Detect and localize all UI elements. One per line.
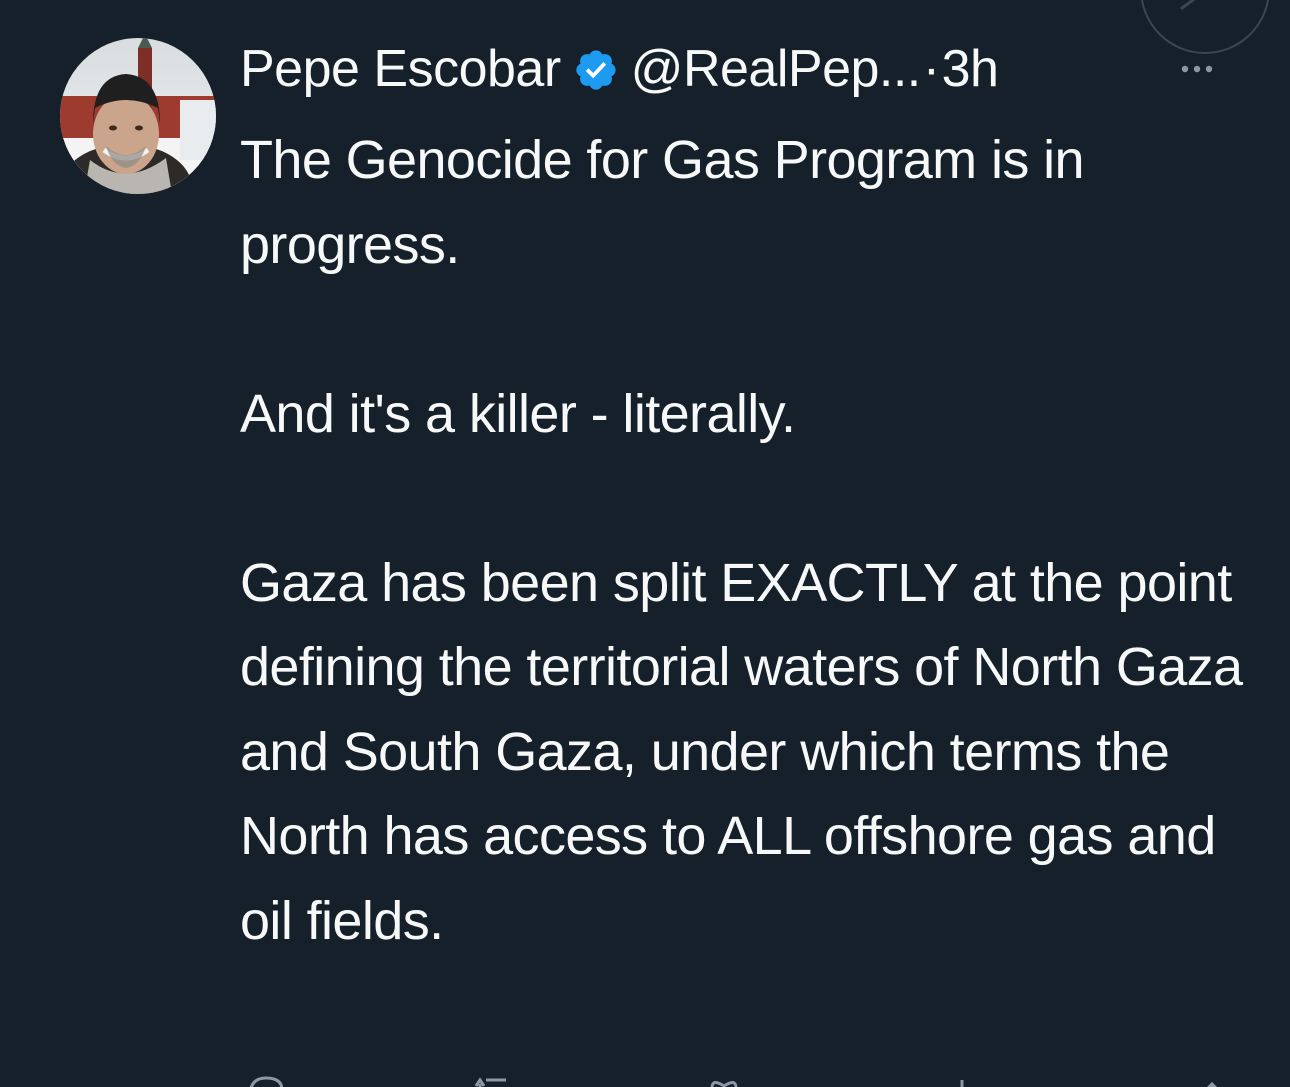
share-icon[interactable] — [1190, 1070, 1234, 1087]
more-options-icon — [1181, 65, 1213, 73]
avatar-photo — [60, 38, 216, 194]
verified-badge-icon — [573, 46, 619, 92]
more-options-button[interactable] — [1168, 54, 1226, 84]
chevron-icon — [1180, 0, 1196, 10]
tweet-header: Pepe Escobar @RealPep... · 3h — [240, 34, 999, 104]
author-handle[interactable]: @RealPep... — [631, 39, 922, 99]
retweet-icon[interactable] — [472, 1070, 516, 1087]
tweet-paragraph: The Genocide for Gas Program is in progr… — [240, 130, 1085, 275]
author-display-name[interactable]: Pepe Escobar — [240, 39, 561, 99]
views-icon[interactable] — [940, 1070, 984, 1087]
tweet-paragraph: Gaza has been split EXACTLY at the point… — [240, 552, 1243, 951]
tweet-timestamp[interactable]: 3h — [942, 39, 999, 99]
tweet-body: The Genocide for Gas Program is in progr… — [240, 118, 1250, 963]
header-separator: · — [922, 40, 940, 98]
overlay-button[interactable] — [1140, 0, 1270, 54]
tweet-actions — [240, 1070, 1250, 1087]
reply-icon[interactable] — [244, 1070, 288, 1087]
tweet-paragraph: And it's a killer - literally. — [240, 383, 796, 444]
avatar[interactable] — [60, 38, 216, 194]
tweet[interactable]: Pepe Escobar @RealPep... · 3h The Genoci… — [0, 0, 1290, 1087]
like-icon[interactable] — [702, 1070, 746, 1087]
